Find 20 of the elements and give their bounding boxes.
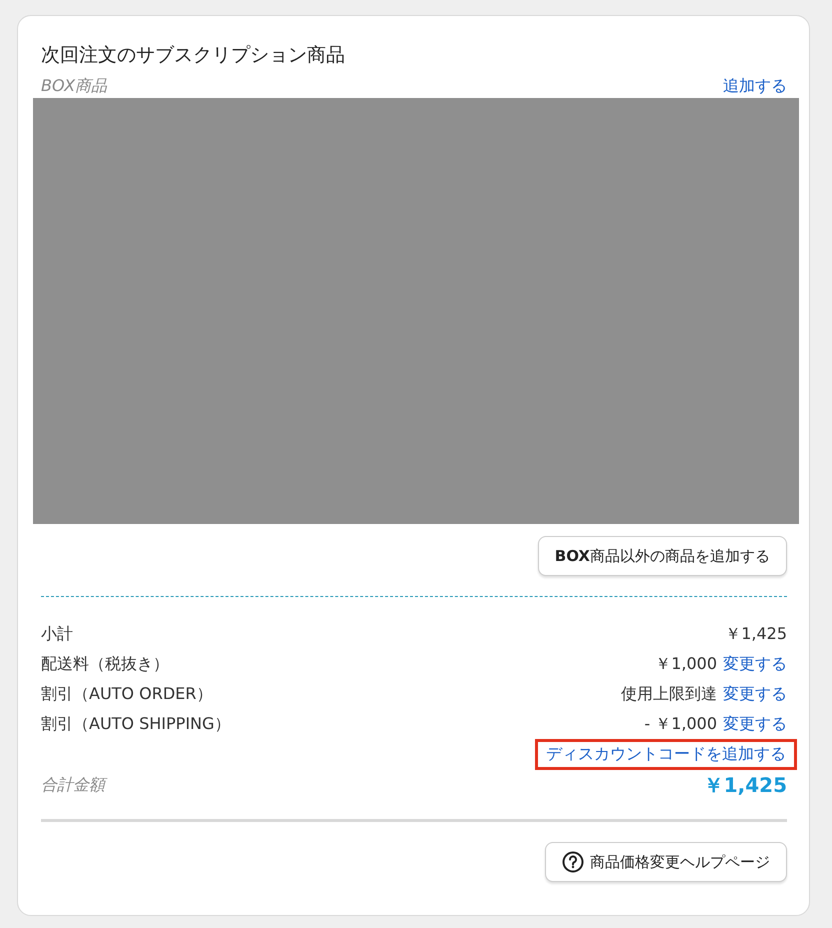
- section-title: 次回注文のサブスクリプション商品: [41, 43, 346, 68]
- add-link[interactable]: 追加する: [723, 76, 787, 96]
- summary-value: ￥1,000: [655, 654, 717, 674]
- summary-label: 小計: [41, 624, 73, 644]
- summary-label: 割引（AUTO ORDER）: [41, 684, 212, 704]
- summary-label: 配送料（税抜き）: [41, 654, 169, 674]
- summary-value: 使用上限到達: [621, 684, 717, 704]
- change-link[interactable]: 変更する: [723, 714, 787, 734]
- section-label: BOX商品: [41, 76, 108, 96]
- summary-label: 割引（AUTO SHIPPING）: [41, 714, 230, 734]
- discount-code-link[interactable]: ディスカウントコードを追加する: [535, 738, 797, 770]
- summary-value: - ￥1,000: [644, 714, 717, 734]
- help-icon: [562, 851, 584, 873]
- add-other-products-button[interactable]: BOX商品以外の商品を追加する: [538, 536, 787, 576]
- change-link[interactable]: 変更する: [723, 684, 787, 704]
- change-link[interactable]: 変更する: [723, 654, 787, 674]
- total-value: ￥1,425: [704, 772, 787, 798]
- total-label: 合計金額: [41, 774, 105, 796]
- summary-value: ￥1,425: [725, 624, 787, 644]
- help-page-button[interactable]: 商品価格変更ヘルプページ: [545, 842, 787, 882]
